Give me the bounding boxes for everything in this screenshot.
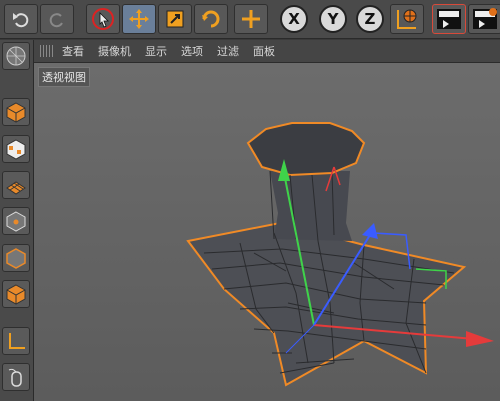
render-pic-icon [473,8,497,29]
left-toolbar [0,40,34,401]
render-picture-viewer-button[interactable] [468,4,500,34]
add-move-icon [242,10,260,28]
menu-options[interactable]: 选项 [181,43,203,59]
axis-mode-button[interactable] [2,327,30,355]
add-move-tool-button[interactable] [234,4,268,34]
scale-icon [166,10,184,28]
rotate-tool-button[interactable] [194,4,228,34]
edges-cube-icon [6,248,26,269]
redo-button[interactable] [40,4,74,34]
scene-3d [186,122,494,387]
sphere-mesh-icon [6,46,26,66]
scale-tool-button[interactable] [158,4,192,34]
redo-icon [49,13,63,28]
menu-view[interactable]: 查看 [62,43,84,59]
cube-icon [6,102,26,123]
polygons-mode-button[interactable] [2,280,30,308]
points-mode-button[interactable] [2,207,30,235]
points-cube-icon [6,211,26,232]
mouse-icon [8,368,22,387]
y-axis-lock-button[interactable]: Y [319,5,347,33]
select-tool-button[interactable] [86,4,120,34]
perspective-viewport[interactable]: 透视视图 [34,63,500,401]
make-editable-button[interactable] [2,42,30,70]
world-coord-icon [397,9,417,29]
panel-grip-icon[interactable] [40,45,54,57]
undo-button[interactable] [4,4,38,34]
menu-cameras[interactable]: 摄像机 [98,43,131,59]
rotate-icon [202,10,220,28]
menu-panel[interactable]: 面板 [253,43,275,59]
polygons-cube-icon [6,284,26,305]
x-axis-lock-button[interactable]: X [280,5,308,33]
workplane-mode-button[interactable] [2,171,30,199]
viewport-menubar: 查看 摄像机 显示 选项 过滤 面板 [34,40,500,63]
z-axis-lock-button[interactable]: Z [356,5,384,33]
cap-mesh [246,122,366,177]
menu-display[interactable]: 显示 [145,43,167,59]
grid-plane-icon [6,181,26,195]
neck-mesh [270,171,352,241]
undo-icon [13,13,29,28]
tweak-mode-button[interactable] [2,363,30,391]
checker-cube-icon [6,139,26,160]
top-toolbar: X Y Z [0,0,500,39]
move-tool-button[interactable] [122,4,156,34]
world-coord-button[interactable] [390,4,424,34]
menu-filter[interactable]: 过滤 [217,43,239,59]
model-mode-button[interactable] [2,98,30,126]
axis-icon [9,333,25,349]
move-icon [129,9,149,29]
render-view-button[interactable] [432,4,466,34]
render-view-icon [437,9,461,29]
select-icon [92,8,114,30]
texture-mode-button[interactable] [2,135,30,163]
edges-mode-button[interactable] [2,244,30,272]
